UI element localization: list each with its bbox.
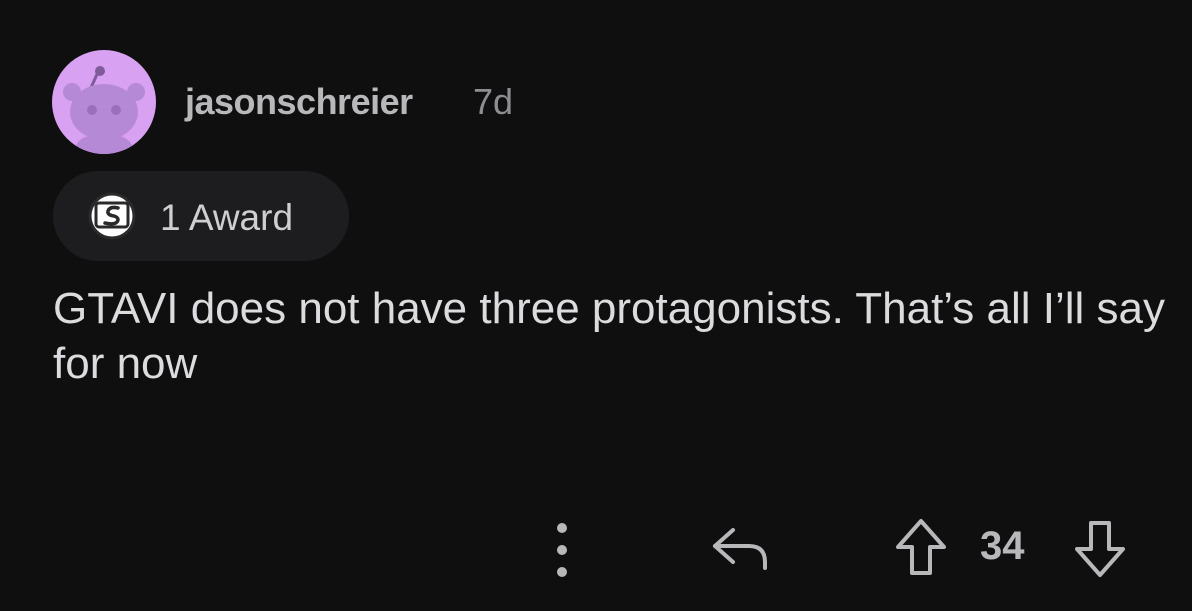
downvote-arrow-icon <box>1075 521 1125 577</box>
upvote-arrow-icon <box>896 519 946 575</box>
username[interactable]: jasonschreier <box>185 81 413 123</box>
more-vertical-icon <box>557 523 567 577</box>
award-label: 1 Award <box>160 197 294 238</box>
timestamp: 7d <box>473 81 514 122</box>
award-pill[interactable]: 1 Award <box>53 171 349 261</box>
award-icon <box>88 192 136 240</box>
comment-body: GTAVI does not have three protagonists. … <box>53 284 1165 388</box>
avatar[interactable] <box>52 50 156 154</box>
upvote-button[interactable] <box>892 515 950 581</box>
reply-button[interactable] <box>705 518 775 578</box>
snoo-avatar-icon <box>63 66 145 154</box>
more-options-button[interactable] <box>540 518 584 582</box>
reply-icon <box>713 528 767 570</box>
downvote-button[interactable] <box>1071 515 1129 581</box>
vote-count: 34 <box>980 524 1025 568</box>
comment: jasonschreier 7d 1 Award GTAVI does not … <box>0 0 1192 611</box>
